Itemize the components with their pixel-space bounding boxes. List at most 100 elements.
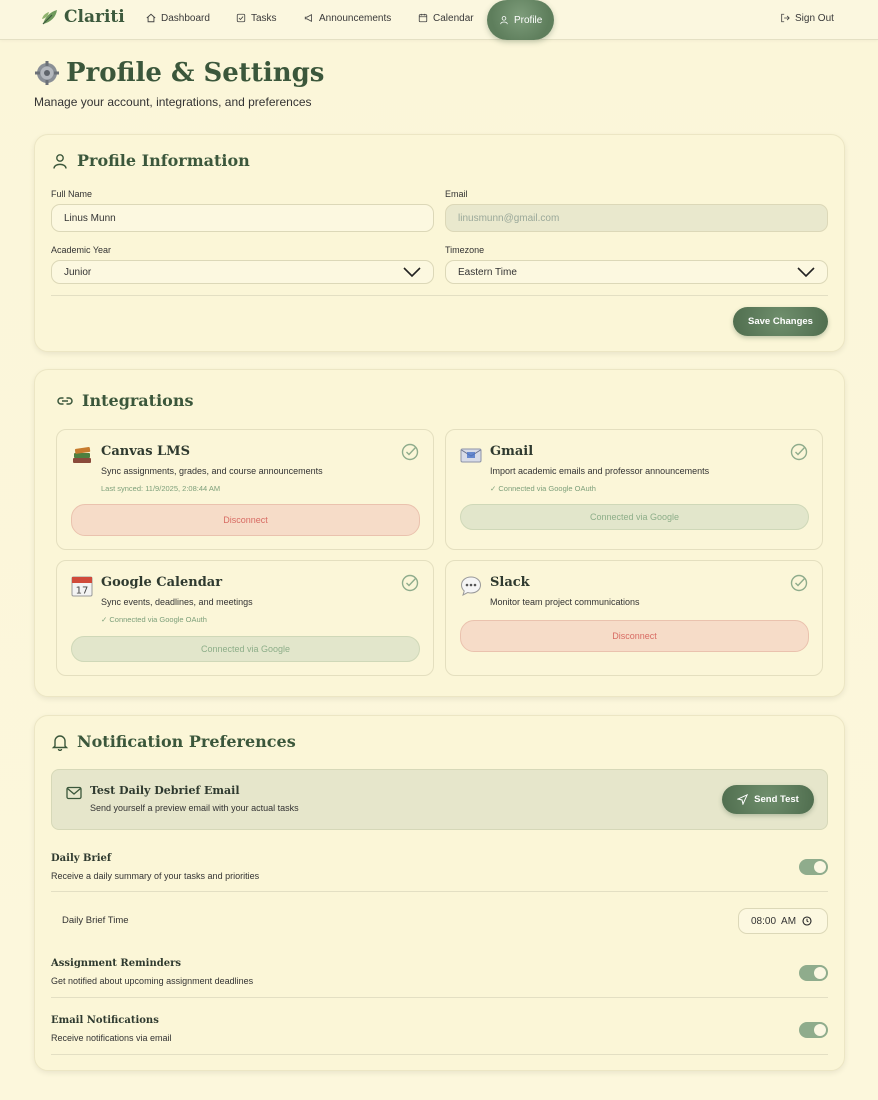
profile-heading: Profile Information <box>77 151 250 170</box>
academic-year-label: Academic Year <box>51 245 112 255</box>
integration-slack: Slack Monitor team project communication… <box>445 560 823 676</box>
save-changes-button[interactable]: Save Changes <box>733 307 828 336</box>
integration-name: Google Calendar <box>101 575 223 590</box>
gear-icon <box>35 61 59 85</box>
nav-profile-label: Profile <box>514 14 543 26</box>
check-circle-icon <box>401 574 419 592</box>
connected-google-button: Connected via Google <box>460 504 809 530</box>
integration-gmail: Gmail Import academic emails and profess… <box>445 429 823 550</box>
integration-meta: ✓ Connected via Google OAuth <box>101 615 207 624</box>
integration-canvas: Canvas LMS Sync assignments, grades, and… <box>56 429 434 550</box>
bell-icon <box>51 734 69 751</box>
notifications-heading: Notification Preferences <box>77 732 296 751</box>
connected-label: Connected via Google <box>589 512 680 522</box>
page-subtitle: Manage your account, integrations, and p… <box>34 95 312 109</box>
disconnect-button[interactable]: Disconnect <box>460 620 809 652</box>
integration-desc: Sync events, deadlines, and meetings <box>101 597 253 607</box>
check-circle-icon <box>790 443 808 461</box>
academic-year-value: Junior <box>64 266 92 278</box>
disconnect-button[interactable]: Disconnect <box>71 504 420 536</box>
full-name-value: Linus Munn <box>64 212 116 224</box>
page-title: Profile & Settings <box>34 58 324 88</box>
pref-divider <box>51 891 828 892</box>
daily-brief-time-input[interactable]: 08:00 AM <box>738 908 828 934</box>
email-label: Email <box>445 189 468 199</box>
calendar-day-text: 17 <box>76 586 89 597</box>
integration-meta: Last synced: 11/9/2025, 2:08:44 AM <box>101 484 221 493</box>
books-icon <box>73 447 91 463</box>
envelope-icon <box>460 448 482 463</box>
daily-brief-desc: Receive a daily summary of your tasks an… <box>51 871 260 881</box>
test-email-desc: Send yourself a preview email with your … <box>90 803 299 813</box>
sign-out-label: Sign Out <box>795 12 834 24</box>
daily-brief-time-value: 08:00 AM <box>751 915 797 927</box>
user-icon <box>500 16 508 25</box>
send-test-label: Send Test <box>754 794 799 805</box>
email-notifications-desc: Receive notifications via email <box>51 1033 172 1043</box>
integration-desc: Monitor team project communications <box>490 597 640 607</box>
leaf-logo-icon <box>42 10 57 25</box>
disconnect-label: Disconnect <box>223 515 268 525</box>
nav-announcements[interactable]: Announcements <box>304 0 391 36</box>
disconnect-label: Disconnect <box>612 631 657 641</box>
send-test-button[interactable]: Send Test <box>722 785 814 814</box>
integration-desc: Import academic emails and professor ann… <box>490 466 710 476</box>
save-changes-label: Save Changes <box>748 316 813 327</box>
profile-divider <box>51 295 828 296</box>
brand[interactable]: Clariti <box>40 7 125 27</box>
mail-icon <box>66 786 82 800</box>
brand-name: Clariti <box>64 7 125 27</box>
page-title-text: Profile & Settings <box>66 58 325 88</box>
email-input: linusmunn@gmail.com <box>445 204 828 232</box>
daily-brief-toggle[interactable] <box>799 859 828 875</box>
integration-desc: Sync assignments, grades, and course ann… <box>101 466 323 476</box>
full-name-input[interactable]: Linus Munn <box>51 204 434 232</box>
pref-divider <box>51 997 828 998</box>
check-circle-icon <box>790 574 808 592</box>
integration-name: Canvas LMS <box>101 444 190 459</box>
sign-out-icon <box>781 13 790 23</box>
link-icon <box>57 396 73 405</box>
calendar-icon: 17 <box>71 576 93 597</box>
integrations-card-header: Integrations <box>56 391 193 410</box>
timezone-select[interactable]: Eastern Time <box>445 260 828 284</box>
connected-google-button: Connected via Google <box>71 636 420 662</box>
nav-dashboard[interactable]: Dashboard <box>146 0 210 36</box>
test-email-title: Test Daily Debrief Email <box>90 784 240 797</box>
top-nav: Clariti Dashboard Tasks Announcements Ca… <box>0 0 878 40</box>
send-icon <box>737 794 749 805</box>
notifications-card: Notification Preferences Test Daily Debr… <box>34 715 845 1071</box>
profile-card: Profile Information Full Name Linus Munn… <box>34 134 845 352</box>
academic-year-select[interactable]: Junior <box>51 260 434 284</box>
user-icon <box>53 153 67 169</box>
integration-name: Gmail <box>490 444 534 459</box>
test-email-box: Test Daily Debrief Email Send yourself a… <box>51 769 828 830</box>
integration-google-calendar: 17 Google Calendar Sync events, deadline… <box>56 560 434 676</box>
nav-announcements-label: Announcements <box>319 12 392 24</box>
nav-calendar[interactable]: Calendar <box>418 0 474 36</box>
reminders-title: Assignment Reminders <box>51 958 181 969</box>
nav-tasks[interactable]: Tasks <box>236 0 277 36</box>
speech-bubble-icon <box>460 576 482 597</box>
email-notifications-title: Email Notifications <box>51 1015 159 1026</box>
check-circle-icon <box>401 443 419 461</box>
full-name-label: Full Name <box>51 189 93 199</box>
reminders-toggle[interactable] <box>799 965 828 981</box>
daily-brief-time-label: Daily Brief Time <box>62 915 129 926</box>
integrations-heading: Integrations <box>82 391 194 410</box>
chevron-down-icon <box>797 267 815 278</box>
email-notifications-toggle[interactable] <box>799 1022 828 1038</box>
timezone-label: Timezone <box>445 245 485 255</box>
megaphone-icon <box>304 13 312 23</box>
home-icon <box>146 13 156 23</box>
timezone-value: Eastern Time <box>458 266 517 278</box>
nav-calendar-label: Calendar <box>433 12 474 24</box>
nav-profile[interactable]: Profile <box>487 0 555 40</box>
notifications-card-header: Notification Preferences <box>51 732 296 751</box>
nav-dashboard-label: Dashboard <box>161 12 210 24</box>
sign-out-button[interactable]: Sign Out <box>780 0 834 36</box>
integrations-card: Integrations Canvas LMS Sync assignments… <box>34 369 845 697</box>
integration-name: Slack <box>490 575 530 590</box>
integration-meta: ✓ Connected via Google OAuth <box>490 484 596 493</box>
profile-card-header: Profile Information <box>51 151 250 170</box>
